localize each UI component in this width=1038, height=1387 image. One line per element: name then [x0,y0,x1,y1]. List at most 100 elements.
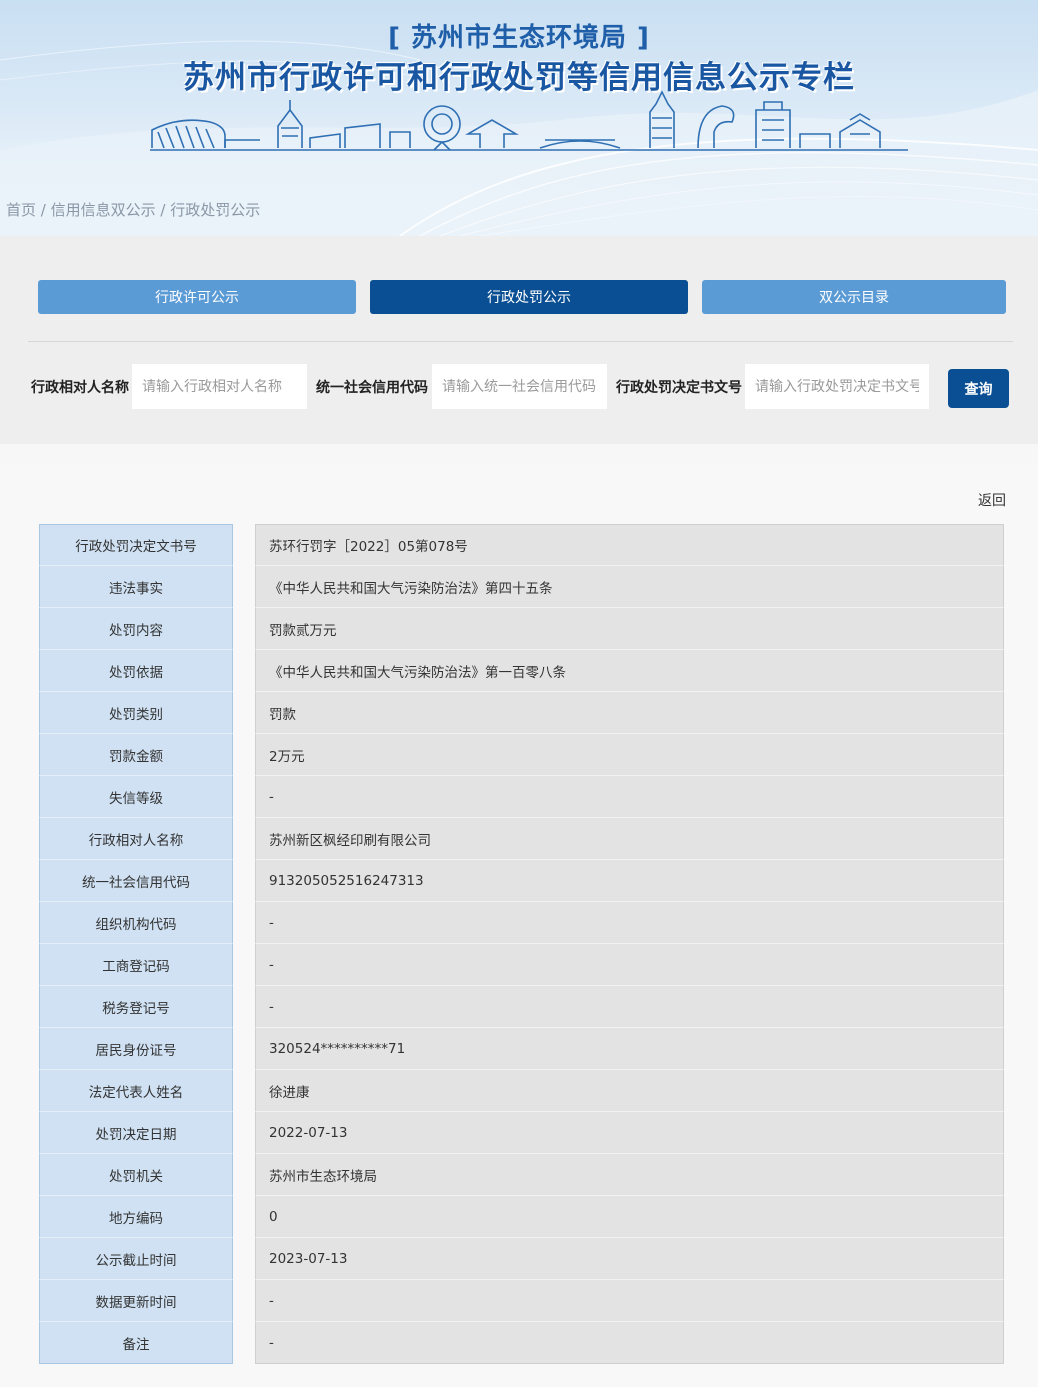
field-value: - [255,1280,1004,1322]
table-row: 备注 - [39,1322,1004,1364]
field-label: 失信等级 [39,776,233,818]
field-value: 320524**********71 [255,1028,1004,1070]
field-value: - [255,1322,1004,1364]
column-gap [233,818,255,860]
code-search-label: 统一社会信用代码 [316,380,428,396]
field-value: 0 [255,1196,1004,1238]
table-row: 数据更新时间 - [39,1280,1004,1322]
name-search-input[interactable] [132,364,307,409]
table-row: 处罚内容 罚款贰万元 [39,608,1004,650]
detail-content: 返回 行政处罚决定文书号 苏环行罚字［2022］05第078号 违法事实 《中华人民共… [0,464,1038,1387]
field-label: 处罚类别 [39,692,233,734]
field-value: 罚款贰万元 [255,608,1004,650]
header-banner: [ 苏州市生态环境局 ] 苏州市行政许可和行政处罚等信用信息公示专栏 首页 / … [0,0,1038,236]
field-label: 统一社会信用代码 [39,860,233,902]
field-label: 工商登记码 [39,944,233,986]
search-button[interactable]: 查询 [948,369,1009,408]
divider [28,341,1013,342]
field-value: 徐进康 [255,1070,1004,1112]
column-gap [233,1154,255,1196]
agency-subtitle: [ 苏州市生态环境局 ] [388,23,650,53]
field-label: 数据更新时间 [39,1280,233,1322]
code-search-input[interactable] [432,364,607,409]
field-label: 税务登记号 [39,986,233,1028]
table-row: 法定代表人姓名 徐进康 [39,1070,1004,1112]
field-label: 处罚决定日期 [39,1112,233,1154]
column-gap [233,566,255,608]
field-value: 2023-07-13 [255,1238,1004,1280]
field-value: 苏州市生态环境局 [255,1154,1004,1196]
field-label: 法定代表人姓名 [39,1070,233,1112]
column-gap [233,1028,255,1070]
tab-license-publicity[interactable]: 行政许可公示 [38,280,356,314]
control-panel: 行政许可公示 行政处罚公示 双公示目录 行政相对人名称 统一社会信用代码 行政处… [0,236,1038,444]
field-value: 苏环行罚字［2022］05第078号 [255,524,1004,566]
table-row: 公示截止时间 2023-07-13 [39,1238,1004,1280]
column-gap [233,650,255,692]
field-value: 苏州新区枫经印刷有限公司 [255,818,1004,860]
column-gap [233,1280,255,1322]
field-value: - [255,944,1004,986]
breadcrumb-level1-link[interactable]: 信用信息双公示 [51,201,156,219]
table-row: 处罚依据 《中华人民共和国大气污染防治法》第一百零八条 [39,650,1004,692]
doc-search-input[interactable] [745,364,929,409]
tab-dual-catalog[interactable]: 双公示目录 [702,280,1006,314]
field-label: 行政相对人名称 [39,818,233,860]
breadcrumb: 首页 / 信用信息双公示 / 行政处罚公示 [6,199,260,220]
column-gap [233,1196,255,1238]
column-gap [233,986,255,1028]
penalty-detail-table: 行政处罚决定文书号 苏环行罚字［2022］05第078号 违法事实 《中华人民共和国大… [39,524,1004,1364]
field-label: 公示截止时间 [39,1238,233,1280]
breadcrumb-current: 行政处罚公示 [170,201,261,219]
field-label: 居民身份证号 [39,1028,233,1070]
column-gap [233,944,255,986]
column-gap [233,860,255,902]
breadcrumb-separator: / [155,201,171,219]
column-gap [233,734,255,776]
breadcrumb-home-link[interactable]: 首页 [6,201,36,219]
table-row: 行政处罚决定文书号 苏环行罚字［2022］05第078号 [39,524,1004,566]
field-value: 913205052516247313 [255,860,1004,902]
field-value: 《中华人民共和国大气污染防治法》第一百零八条 [255,650,1004,692]
field-value: 罚款 [255,692,1004,734]
column-gap [233,776,255,818]
table-row: 地方编码 0 [39,1196,1004,1238]
table-row: 处罚类别 罚款 [39,692,1004,734]
table-row: 罚款金额 2万元 [39,734,1004,776]
table-row: 违法事实 《中华人民共和国大气污染防治法》第四十五条 [39,566,1004,608]
field-label: 地方编码 [39,1196,233,1238]
column-gap [233,1322,255,1364]
tab-penalty-publicity[interactable]: 行政处罚公示 [370,280,688,314]
field-value: - [255,902,1004,944]
column-gap [233,1112,255,1154]
field-value: 2万元 [255,734,1004,776]
table-row: 工商登记码 - [39,944,1004,986]
field-value: 2022-07-13 [255,1112,1004,1154]
field-label: 处罚机关 [39,1154,233,1196]
table-row: 处罚决定日期 2022-07-13 [39,1112,1004,1154]
table-row: 统一社会信用代码 913205052516247313 [39,860,1004,902]
column-gap [233,1070,255,1112]
field-label: 处罚依据 [39,650,233,692]
field-label: 违法事实 [39,566,233,608]
field-label: 备注 [39,1322,233,1364]
city-skyline-illustration [150,90,908,151]
field-value: 《中华人民共和国大气污染防治法》第四十五条 [255,566,1004,608]
table-row: 行政相对人名称 苏州新区枫经印刷有限公司 [39,818,1004,860]
field-value: - [255,776,1004,818]
field-label: 组织机构代码 [39,902,233,944]
field-label: 罚款金额 [39,734,233,776]
table-row: 失信等级 - [39,776,1004,818]
doc-search-label: 行政处罚决定书文号 [616,380,742,396]
column-gap [233,692,255,734]
table-row: 组织机构代码 - [39,902,1004,944]
field-label: 处罚内容 [39,608,233,650]
column-gap [233,1238,255,1280]
name-search-label: 行政相对人名称 [31,380,129,396]
field-label: 行政处罚决定文书号 [39,524,233,566]
back-link[interactable]: 返回 [978,490,1006,510]
breadcrumb-separator: / [36,201,51,219]
field-value: - [255,986,1004,1028]
table-row: 处罚机关 苏州市生态环境局 [39,1154,1004,1196]
column-gap [233,608,255,650]
